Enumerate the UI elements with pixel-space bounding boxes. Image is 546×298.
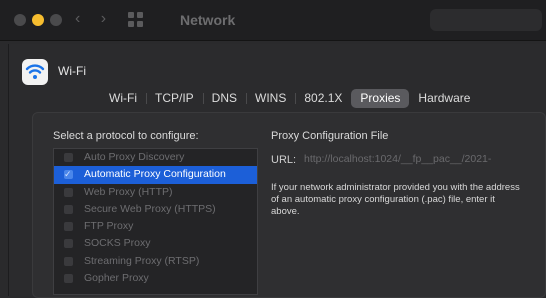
tab-wifi[interactable]: Wi-Fi <box>100 89 146 108</box>
pac-url-value: http://localhost:1024/__fp__pac__/2021- <box>304 153 492 165</box>
protocol-label: Auto Proxy Discovery <box>84 151 185 163</box>
protocol-list[interactable]: Auto Proxy Discovery Automatic Proxy Con… <box>53 148 258 295</box>
back-forward-icons[interactable]: ‹ › <box>75 10 114 28</box>
wifi-icon <box>22 59 48 85</box>
protocol-row-secure-web-proxy[interactable]: Secure Web Proxy (HTTPS) <box>54 201 257 218</box>
tab-wins[interactable]: WINS <box>246 89 295 108</box>
protocol-label: Automatic Proxy Configuration <box>84 168 226 181</box>
protocol-row-ftp-proxy[interactable]: FTP Proxy <box>54 218 257 235</box>
tab-proxies[interactable]: Proxies <box>351 89 410 108</box>
tab-8021x[interactable]: 802.1X <box>295 89 351 108</box>
minimize-window-button[interactable] <box>32 14 44 26</box>
search-input[interactable] <box>430 9 542 31</box>
protocol-row-gopher-proxy[interactable]: Gopher Proxy <box>54 270 257 287</box>
checkbox[interactable] <box>64 204 73 214</box>
checkbox[interactable] <box>64 166 73 183</box>
pac-url-field[interactable]: http://localhost:1024/__fp__pac__/2021- <box>300 150 522 168</box>
checkbox[interactable] <box>64 187 73 197</box>
protocol-label: Web Proxy (HTTP) <box>84 185 173 198</box>
tab-bar: Wi-Fi TCP/IP DNS WINS 802.1X Proxies Har… <box>100 89 479 108</box>
protocol-label: FTP Proxy <box>84 220 134 233</box>
interface-name: Wi-Fi <box>58 64 86 78</box>
protocol-heading: Select a protocol to configure: <box>53 130 199 142</box>
protocol-label: Streaming Proxy (RTSP) <box>84 254 200 267</box>
checkbox[interactable] <box>64 222 73 232</box>
tab-hardware[interactable]: Hardware <box>409 89 479 108</box>
protocol-row-streaming-proxy[interactable]: Streaming Proxy (RTSP) <box>54 253 257 270</box>
protocol-row-automatic-proxy-configuration[interactable]: Automatic Proxy Configuration <box>54 166 257 184</box>
proxy-config-file-title: Proxy Configuration File <box>271 130 389 142</box>
protocol-label: SOCKS Proxy <box>84 237 151 250</box>
window-title: Network <box>180 12 236 28</box>
protocol-label: Gopher Proxy <box>84 272 149 285</box>
close-window-button[interactable] <box>14 14 26 26</box>
protocol-label: Secure Web Proxy (HTTPS) <box>84 202 216 215</box>
checkbox[interactable] <box>64 239 73 249</box>
tab-dns[interactable]: DNS <box>202 89 246 108</box>
checkbox[interactable] <box>64 256 73 266</box>
url-label: URL: <box>271 154 297 166</box>
checkbox[interactable] <box>64 274 73 284</box>
protocol-row-web-proxy[interactable]: Web Proxy (HTTP) <box>54 184 257 201</box>
tab-tcpip[interactable]: TCP/IP <box>145 89 203 108</box>
protocol-row-auto-proxy-discovery[interactable]: Auto Proxy Discovery <box>54 149 257 166</box>
checkbox[interactable] <box>64 153 73 162</box>
show-all-grid-icon[interactable] <box>128 12 144 28</box>
protocol-row-socks-proxy[interactable]: SOCKS Proxy <box>54 235 257 252</box>
title-bar: ‹ › Network <box>0 0 546 41</box>
zoom-window-button[interactable] <box>50 14 62 26</box>
pac-help-text: If your network administrator provided y… <box>271 182 520 217</box>
